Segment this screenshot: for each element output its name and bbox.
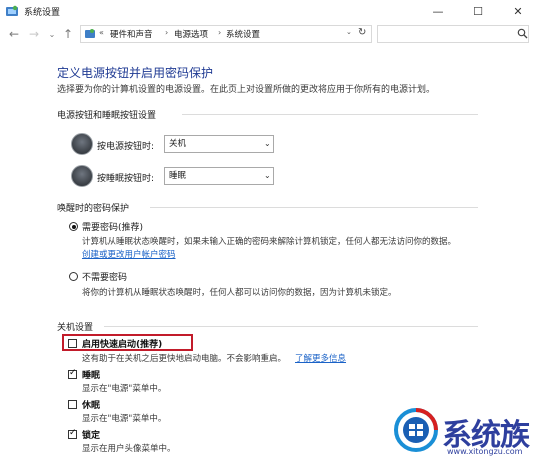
breadcrumb-separator: › bbox=[218, 28, 222, 37]
sleep-checkbox[interactable] bbox=[68, 368, 77, 379]
lock-description: 显示在用户头像菜单中。 bbox=[82, 444, 176, 454]
sleep-description: 显示在"电源"菜单中。 bbox=[82, 384, 167, 394]
up-button[interactable]: ↑ bbox=[60, 25, 76, 43]
hibernate-checkbox[interactable] bbox=[68, 400, 77, 409]
no-password-radio[interactable] bbox=[69, 272, 78, 281]
section-divider bbox=[104, 326, 478, 327]
breadcrumb-item-power-options[interactable]: 电源选项 bbox=[174, 28, 208, 40]
control-panel-icon bbox=[85, 29, 95, 38]
page-description: 选择要为你的计算机设置的电源设置。在此页上对设置所做的更改将应用于你所有的电源计… bbox=[57, 85, 436, 95]
breadcrumb-item-hardware[interactable]: 硬件和声音 bbox=[110, 28, 153, 40]
lock-label[interactable]: 锁定 bbox=[82, 428, 100, 441]
refresh-button[interactable]: ↻ bbox=[358, 27, 366, 38]
require-password-radio[interactable] bbox=[69, 222, 78, 231]
control-panel-icon bbox=[6, 5, 18, 16]
page-title: 定义电源按钮并启用密码保护 bbox=[57, 66, 214, 80]
forward-button[interactable]: → bbox=[26, 25, 42, 43]
hibernate-label[interactable]: 休眠 bbox=[82, 398, 100, 411]
change-password-link[interactable]: 创建或更改用户帐户密码 bbox=[82, 248, 176, 260]
watermark-logo-icon bbox=[394, 408, 438, 452]
sleep-button-icon bbox=[71, 165, 93, 187]
require-password-label[interactable]: 需要密码(推荐) bbox=[82, 220, 143, 233]
fast-startup-description: 这有助于在关机之后更快地启动电脑。不会影响重启。 bbox=[82, 354, 287, 364]
address-dropdown-button[interactable]: ⌄ bbox=[346, 28, 352, 36]
sleep-label[interactable]: 睡眠 bbox=[82, 368, 100, 381]
search-icon[interactable] bbox=[517, 28, 528, 39]
hibernate-description: 显示在"电源"菜单中。 bbox=[82, 414, 167, 424]
require-password-description: 计算机从睡眠状态唤醒时，如果未输入正确的密码来解除计算机锁定，任何人都无法访问你… bbox=[82, 237, 457, 247]
sleep-button-label: 按睡眠按钮时: bbox=[97, 174, 155, 184]
search-input[interactable] bbox=[377, 25, 529, 43]
power-button-icon bbox=[71, 133, 93, 155]
power-button-action-select[interactable]: 关机 bbox=[164, 135, 274, 153]
section-divider bbox=[150, 207, 478, 208]
no-password-label[interactable]: 不需要密码 bbox=[82, 270, 127, 283]
fast-startup-label[interactable]: 启用快速启动(推荐) bbox=[82, 337, 162, 350]
sleep-button-action-select[interactable]: 睡眠 bbox=[164, 167, 274, 185]
recent-locations-button[interactable]: ⌄ bbox=[44, 25, 60, 43]
password-section-label: 唤醒时的密码保护 bbox=[57, 204, 130, 214]
breadcrumb-overflow[interactable]: « bbox=[99, 28, 104, 37]
window-title: 系统设置 bbox=[24, 8, 61, 18]
watermark-url: www.xitongzu.com bbox=[447, 447, 523, 456]
back-button[interactable]: ← bbox=[6, 25, 22, 43]
shutdown-section-label: 关机设置 bbox=[57, 323, 94, 333]
close-button[interactable]: ✕ bbox=[498, 0, 538, 22]
lock-checkbox[interactable] bbox=[68, 428, 77, 439]
chevron-down-icon[interactable]: ⌄ bbox=[264, 139, 271, 148]
learn-more-link[interactable]: 了解更多信息 bbox=[295, 352, 346, 364]
maximize-button[interactable]: ☐ bbox=[458, 0, 498, 22]
section-divider bbox=[182, 114, 478, 115]
breadcrumb-item-system-settings[interactable]: 系统设置 bbox=[226, 28, 260, 40]
fast-startup-checkbox[interactable] bbox=[68, 339, 77, 348]
minimize-button[interactable]: — bbox=[418, 0, 458, 22]
no-password-description: 将你的计算机从睡眠状态唤醒时，任何人都可以访问你的数据，因为计算机未锁定。 bbox=[82, 288, 397, 298]
power-section-label: 电源按钮和睡眠按钮设置 bbox=[57, 111, 157, 121]
breadcrumb-separator: › bbox=[165, 28, 169, 37]
chevron-down-icon[interactable]: ⌄ bbox=[264, 171, 271, 180]
power-button-label: 按电源按钮时: bbox=[97, 142, 155, 152]
